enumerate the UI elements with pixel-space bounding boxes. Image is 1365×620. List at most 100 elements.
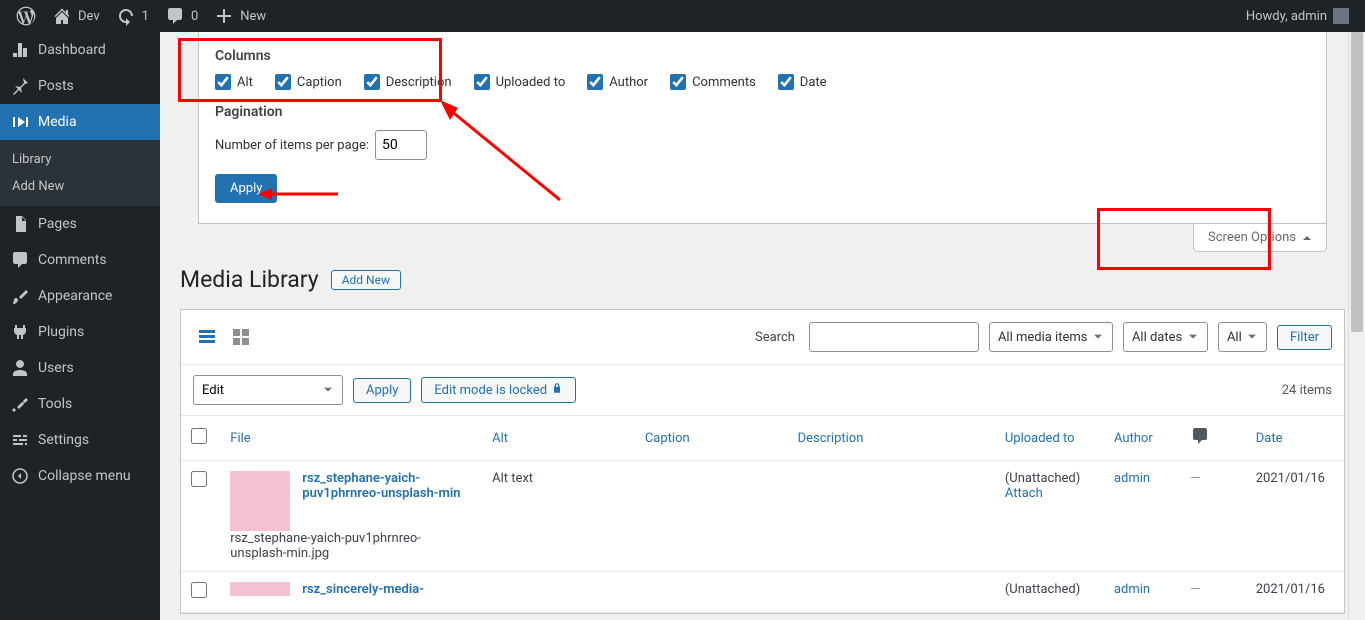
media-thumbnail[interactable] [230, 471, 290, 531]
media-thumbnail[interactable] [230, 582, 290, 596]
plug-icon [10, 322, 30, 342]
extra-filter[interactable]: All [1218, 322, 1267, 352]
column-toggle[interactable]: Author [587, 74, 648, 90]
sidebar-item-dashboard[interactable]: Dashboard [0, 32, 160, 68]
column-toggle[interactable]: Date [778, 74, 827, 90]
sidebar-collapse[interactable]: Collapse menu [0, 458, 160, 494]
column-toggle[interactable]: Caption [275, 74, 342, 90]
grid-view-button[interactable] [227, 323, 255, 351]
row-checkbox[interactable] [191, 471, 207, 487]
edit-lock-button[interactable]: Edit mode is locked [421, 377, 576, 403]
collapse-icon [10, 466, 30, 486]
admin-sidebar: Dashboard Posts Media Library Add New Pa… [0, 32, 160, 620]
view-mode-switch [193, 323, 255, 351]
author-link[interactable]: admin [1114, 471, 1150, 486]
comments-count: 0 [191, 9, 198, 24]
media-type-filter[interactable]: All media items [989, 322, 1113, 352]
col-uploaded[interactable]: Uploaded to [1005, 431, 1075, 446]
site-name: Dev [78, 9, 100, 24]
column-checkbox[interactable] [778, 74, 794, 90]
bulk-action-select[interactable]: Edit [193, 375, 343, 405]
column-checkbox[interactable] [275, 74, 291, 90]
attach-link[interactable]: Attach [1005, 486, 1094, 501]
sidebar-item-plugins[interactable]: Plugins [0, 314, 160, 350]
grid-icon [231, 327, 251, 347]
lock-icon [551, 382, 563, 394]
sidebar-item-comments[interactable]: Comments [0, 242, 160, 278]
column-toggle[interactable]: Alt [215, 74, 253, 90]
columns-fieldset: Columns AltCaptionDescriptionUploaded to… [215, 48, 1310, 90]
col-author[interactable]: Author [1114, 431, 1153, 446]
col-date[interactable]: Date [1256, 431, 1283, 446]
date-filter[interactable]: All dates [1123, 322, 1208, 352]
sidebar-item-media[interactable]: Media [0, 104, 160, 140]
cell-caption [635, 461, 788, 572]
sidebar-item-users[interactable]: Users [0, 350, 160, 386]
row-checkbox[interactable] [191, 582, 207, 598]
column-label: Uploaded to [496, 75, 566, 90]
cell-description [788, 461, 995, 572]
column-checkbox[interactable] [364, 74, 380, 90]
per-page-input[interactable] [375, 130, 427, 160]
column-checkbox[interactable] [670, 74, 686, 90]
caret-up-icon [1302, 233, 1312, 243]
per-page-label: Number of items per page: [215, 138, 369, 153]
comments-link[interactable]: 0 [157, 0, 206, 32]
sidebar-item-settings[interactable]: Settings [0, 422, 160, 458]
search-label: Search [755, 330, 795, 345]
column-checkbox[interactable] [474, 74, 490, 90]
screen-options-toggle[interactable]: Screen Options [1193, 224, 1327, 252]
pin-icon [10, 76, 30, 96]
site-link[interactable]: Dev [44, 0, 108, 32]
sidebar-item-appearance[interactable]: Appearance [0, 278, 160, 314]
brush-icon [10, 286, 30, 306]
sidebar-sub-library[interactable]: Library [0, 146, 160, 173]
add-new-button[interactable]: Add New [331, 270, 401, 290]
sidebar-item-label: Comments [38, 252, 107, 268]
list-view-button[interactable] [193, 323, 221, 351]
screen-options-apply-button[interactable]: Apply [215, 174, 277, 203]
column-toggle[interactable]: Uploaded to [474, 74, 566, 90]
column-checkbox[interactable] [587, 74, 603, 90]
author-link[interactable]: admin [1114, 582, 1150, 597]
new-content[interactable]: New [206, 0, 274, 32]
column-toggle[interactable]: Comments [670, 74, 756, 90]
sidebar-item-label: Collapse menu [38, 468, 131, 484]
table-row: rsz_stephane-yaich-puv1phrnreo-unsplash-… [181, 461, 1344, 572]
cell-uploaded: (Unattached) [1005, 471, 1094, 486]
column-label: Description [386, 75, 452, 90]
sidebar-item-tools[interactable]: Tools [0, 386, 160, 422]
sidebar-sub-addnew[interactable]: Add New [0, 173, 160, 200]
sliders-icon [10, 430, 30, 450]
updates[interactable]: 1 [108, 0, 157, 32]
col-file[interactable]: File [230, 431, 250, 446]
column-label: Date [800, 75, 827, 90]
home-icon [52, 6, 72, 26]
column-label: Alt [237, 75, 253, 90]
pagination-legend: Pagination [215, 104, 1310, 120]
media-icon [10, 112, 30, 132]
sidebar-item-label: Settings [38, 432, 89, 448]
media-title[interactable]: rsz_sincerely-media- [302, 582, 424, 597]
wp-logo[interactable] [8, 0, 44, 32]
cell-uploaded: (Unattached) [1005, 582, 1094, 597]
scrollbar[interactable] [1348, 32, 1365, 620]
column-toggle[interactable]: Description [364, 74, 452, 90]
media-title[interactable]: rsz_stephane-yaich-puv1phrnreo-unsplash-… [302, 471, 472, 501]
column-checkbox[interactable] [215, 74, 231, 90]
filter-button[interactable]: Filter [1277, 325, 1332, 350]
sidebar-item-pages[interactable]: Pages [0, 206, 160, 242]
bulk-apply-button[interactable]: Apply [353, 378, 411, 403]
select-all-checkbox[interactable] [191, 428, 207, 444]
media-filename: rsz_stephane-yaich-puv1phrnreo-unsplash-… [230, 531, 472, 561]
search-input[interactable] [809, 322, 979, 352]
filter-bar: Search All media items All dates All Fil… [181, 310, 1344, 365]
user-menu[interactable]: Howdy, admin [1238, 0, 1357, 32]
pages-icon [10, 214, 30, 234]
media-table: File Alt Caption Description Uploaded to… [181, 415, 1344, 613]
media-list-box: Search All media items All dates All Fil… [180, 309, 1345, 614]
cell-caption [635, 572, 788, 613]
scrollbar-thumb[interactable] [1351, 32, 1363, 332]
items-count: 24 items [1282, 383, 1332, 398]
sidebar-item-posts[interactable]: Posts [0, 68, 160, 104]
